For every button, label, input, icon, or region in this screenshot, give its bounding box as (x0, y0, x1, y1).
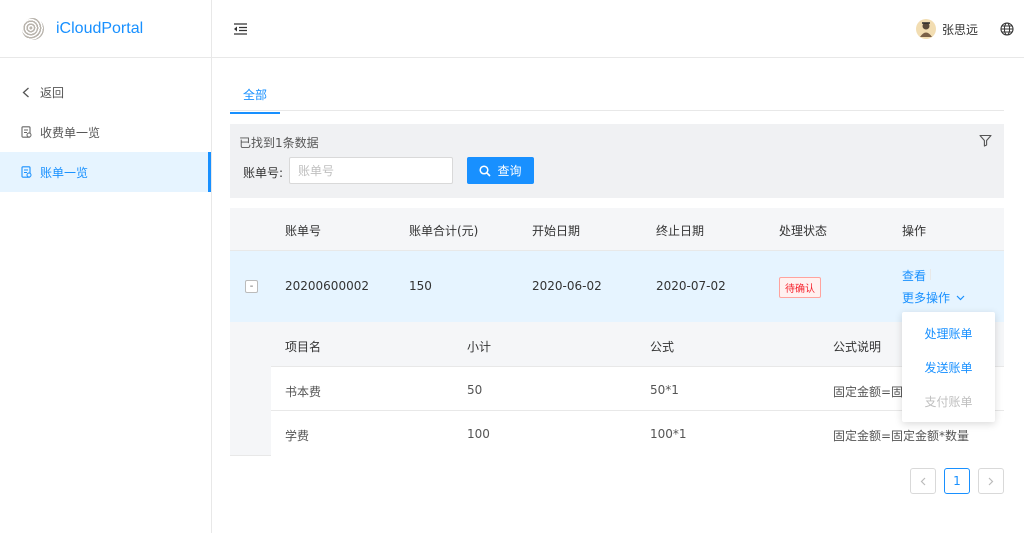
search-icon (479, 164, 492, 177)
menu-fold-icon[interactable] (232, 22, 248, 36)
column-header: 操作 (902, 224, 927, 238)
table-row[interactable]: - 20200600002 150 2020-06-02 2020-07-02 … (230, 251, 1004, 322)
item-formula: 50*1 (650, 383, 679, 397)
next-page-button[interactable] (978, 468, 1004, 494)
logo-icon (22, 17, 44, 40)
more-actions-label: 更多操作 (902, 291, 951, 305)
divider (930, 269, 931, 280)
sidebar-item-label: 账单一览 (40, 165, 89, 180)
more-actions-dropdown: 处理账单 发送账单 支付账单 (902, 312, 995, 422)
more-actions-link[interactable]: 更多操作 (902, 289, 965, 306)
column-header: 账单合计(元) (409, 224, 479, 238)
column-header: 小计 (467, 340, 492, 354)
chevron-down-icon (956, 295, 965, 300)
chevron-left-icon (20, 86, 32, 98)
bill-total: 150 (409, 279, 432, 293)
sidebar-item-label: 收费单一览 (40, 125, 101, 140)
end-date: 2020-07-02 (656, 279, 726, 293)
detail-row: 学费 100 100*1 固定金额=固定金额*数量 (271, 411, 1004, 455)
tab-bar: 全部 (230, 76, 1004, 114)
menu-item-send-bill[interactable]: 发送账单 (902, 350, 995, 384)
sidebar: iCloudPortal 返回 收费单一览 账单一览 (0, 0, 212, 533)
item-formula-desc: 固定金额=固定金额*数量 (833, 429, 970, 443)
user-name: 张思远 (941, 22, 978, 37)
column-header: 开始日期 (532, 224, 581, 238)
result-count: 已找到1条数据 (239, 136, 319, 150)
avatar (915, 19, 936, 39)
item-detail-table: 项目名 小计 公式 公式说明 书本费 50 50*1 固定金额=固定 学费 10… (271, 322, 1004, 456)
collapse-row-button[interactable]: - (245, 280, 258, 293)
column-header: 公式 (650, 340, 675, 354)
sidebar-item-bill-list[interactable]: 账单一览 (0, 152, 211, 192)
bill-table: 账单号 账单合计(元) 开始日期 终止日期 处理状态 操作 - 20200600… (230, 208, 1004, 456)
main-content: 全部 已找到1条数据 账单号: 查询 账单号 账单合计(元) 开始日期 终止日期… (230, 76, 1004, 456)
sidebar-item-back[interactable]: 返回 (0, 72, 211, 112)
item-subtotal: 50 (467, 383, 483, 397)
prev-page-button[interactable] (910, 468, 936, 494)
sidebar-item-fee-list[interactable]: 收费单一览 (0, 112, 211, 152)
page-number[interactable]: 1 (944, 468, 970, 494)
item-name: 学费 (285, 429, 310, 443)
globe-icon[interactable] (1000, 22, 1014, 36)
detail-row: 书本费 50 50*1 固定金额=固定 (271, 367, 1004, 411)
column-header: 账单号 (285, 224, 322, 238)
menu-item-process-bill[interactable]: 处理账单 (902, 316, 995, 350)
search-button-label: 查询 (497, 164, 522, 178)
app-title: iCloudPortal (56, 19, 144, 37)
detail-table-header: 项目名 小计 公式 公式说明 (271, 322, 1004, 367)
status-badge: 待确认 (779, 277, 821, 298)
document-icon (20, 126, 32, 138)
bill-number: 20200600002 (285, 279, 369, 293)
item-subtotal: 100 (467, 427, 490, 441)
start-date: 2020-06-02 (532, 279, 602, 293)
column-header: 终止日期 (656, 224, 705, 238)
chevron-left-icon (920, 477, 926, 485)
sidebar-menu: 返回 收费单一览 账单一览 (0, 58, 211, 192)
chevron-right-icon (988, 477, 994, 485)
table-header: 账单号 账单合计(元) 开始日期 终止日期 处理状态 操作 (230, 208, 1004, 251)
sidebar-item-label: 返回 (40, 85, 65, 100)
column-header: 处理状态 (779, 224, 828, 238)
item-name: 书本费 (285, 385, 322, 399)
search-button[interactable]: 查询 (467, 157, 534, 184)
menu-item-pay-bill: 支付账单 (924, 394, 973, 409)
column-header: 公式说明 (833, 340, 882, 354)
bill-no-input[interactable] (289, 157, 453, 184)
filter-icon[interactable] (979, 134, 992, 147)
bill-no-label: 账单号: (243, 166, 284, 180)
pagination: 1 (902, 468, 1004, 494)
item-formula: 100*1 (650, 427, 687, 441)
top-header: 张思远 (212, 0, 1024, 58)
document-icon (20, 166, 32, 178)
expanded-row: 项目名 小计 公式 公式说明 书本费 50 50*1 固定金额=固定 学费 10… (230, 322, 1004, 456)
user-menu[interactable]: 张思远 (915, 19, 978, 39)
logo[interactable]: iCloudPortal (0, 0, 211, 58)
column-header: 项目名 (285, 340, 322, 354)
tab-all[interactable]: 全部 (230, 86, 280, 114)
view-link[interactable]: 查看 (902, 267, 926, 284)
filter-panel: 已找到1条数据 账单号: 查询 (230, 124, 1004, 198)
